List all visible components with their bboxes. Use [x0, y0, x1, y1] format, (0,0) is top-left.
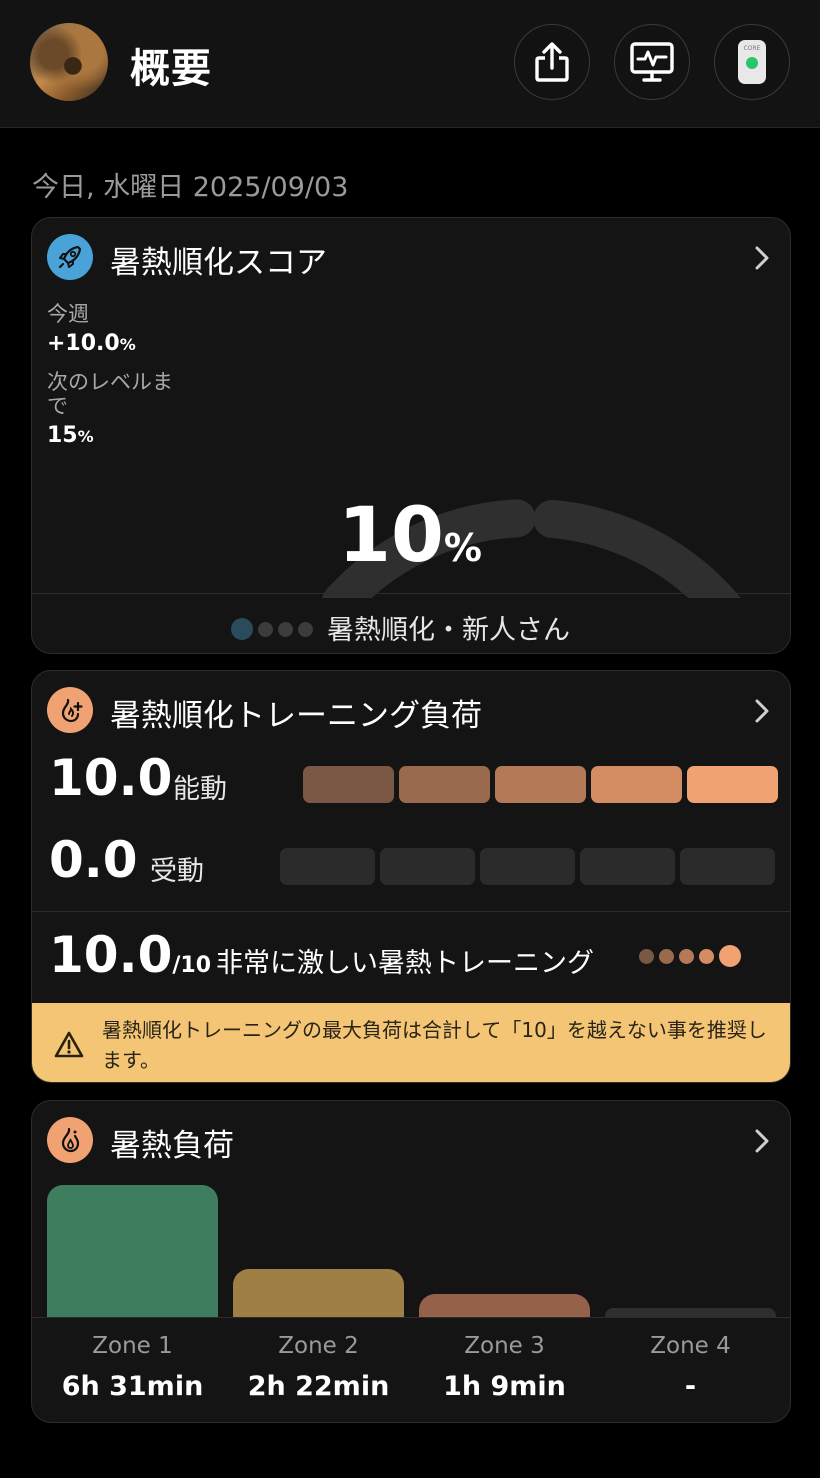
zone-label: Zone 1	[92, 1333, 173, 1359]
zone-bar	[47, 1185, 218, 1317]
level-dot	[258, 621, 273, 637]
card-title: 暑熱負荷	[110, 1128, 234, 1164]
level-dot	[231, 618, 253, 640]
app-header: 概要 CORE	[0, 0, 820, 128]
load-segment	[399, 766, 490, 803]
load-segment	[591, 766, 682, 803]
intensity-dot	[679, 948, 694, 964]
zone-value: 1h 9min	[443, 1371, 566, 1402]
load-segment	[303, 766, 394, 803]
zone-value: 2h 22min	[247, 1371, 390, 1402]
zone-bar	[233, 1269, 404, 1317]
share-icon	[535, 42, 569, 82]
divider	[32, 911, 790, 912]
load-segment	[280, 848, 375, 885]
load-segment	[380, 848, 475, 885]
zone-bar	[605, 1308, 776, 1317]
training-load-card[interactable]: 暑熱順化トレーニング負荷 10.0 能動 0.0 受動 10.0/10 非常に激…	[31, 670, 791, 1083]
core-sensor-icon: CORE	[738, 40, 766, 84]
passive-load-label: 受動	[150, 856, 204, 887]
intensity-dots	[639, 945, 741, 967]
level-dots	[231, 618, 313, 640]
level-name: 暑熱順化・新人さん	[327, 615, 570, 646]
passive-load-bars	[280, 848, 775, 885]
passive-load-value: 0.0	[49, 831, 138, 889]
sensor-button[interactable]: CORE	[714, 24, 790, 100]
monitor-pulse-icon	[630, 42, 674, 82]
zone-baseline	[32, 1317, 790, 1318]
warning-text: 暑熱順化トレーニングの最大負荷は合計して「10」を越えない事を推奨します。	[102, 1018, 767, 1072]
level-dot	[278, 621, 293, 637]
divider	[32, 593, 790, 594]
intensity-dot	[639, 948, 654, 964]
load-segment	[687, 766, 778, 803]
monitor-button[interactable]	[614, 24, 690, 100]
chevron-right-icon[interactable]	[752, 1127, 772, 1155]
zone-label: Zone 4	[650, 1333, 731, 1359]
zone-value: 6h 31min	[61, 1371, 204, 1402]
intensity-dot	[659, 948, 674, 964]
load-segment	[480, 848, 575, 885]
active-load-value: 10.0	[49, 749, 173, 807]
warning-icon	[54, 1031, 84, 1058]
heat-load-card[interactable]: 暑熱負荷 Zone 1 6h 31min Zone 2 2h 22min Zone 3 1…	[31, 1100, 791, 1423]
share-button[interactable]	[514, 24, 590, 100]
card-title: 暑熱順化トレーニング負荷	[110, 698, 482, 734]
zone-bar	[419, 1293, 590, 1317]
flame-plus-icon	[47, 687, 93, 733]
level-dot	[298, 621, 313, 637]
flame-drop-icon	[47, 1117, 93, 1163]
total-load-value: 10.0/10	[49, 926, 212, 984]
total-load-label: 非常に激しい暑熱トレーニング	[216, 948, 594, 979]
active-load-bars	[303, 766, 778, 803]
date-label: 今日, 水曜日 2025/09/03	[32, 172, 349, 203]
acclimation-score-card[interactable]: 暑熱順化スコア 今週 +10.0% 次のレベルまで 15% 暑熱順化・新人さん	[31, 217, 791, 654]
zone-label: Zone 3	[464, 1333, 545, 1359]
sensor-label: CORE	[744, 45, 761, 52]
active-load-label: 能動	[173, 774, 227, 805]
warning-banner: 暑熱順化トレーニングの最大負荷は合計して「10」を越えない事を推奨します。	[32, 1003, 790, 1082]
zone-label: Zone 2	[278, 1333, 359, 1359]
intensity-dot	[719, 945, 741, 967]
load-segment	[680, 848, 775, 885]
load-segment	[580, 848, 675, 885]
zone-value: -	[684, 1371, 697, 1402]
score-value: 10%	[338, 490, 482, 579]
page-title: 概要	[130, 46, 212, 92]
avatar[interactable]	[30, 23, 108, 101]
level-row: 暑熱順化・新人さん	[32, 600, 790, 653]
load-segment	[495, 766, 586, 803]
chevron-right-icon[interactable]	[752, 697, 772, 725]
intensity-dot	[699, 948, 714, 964]
